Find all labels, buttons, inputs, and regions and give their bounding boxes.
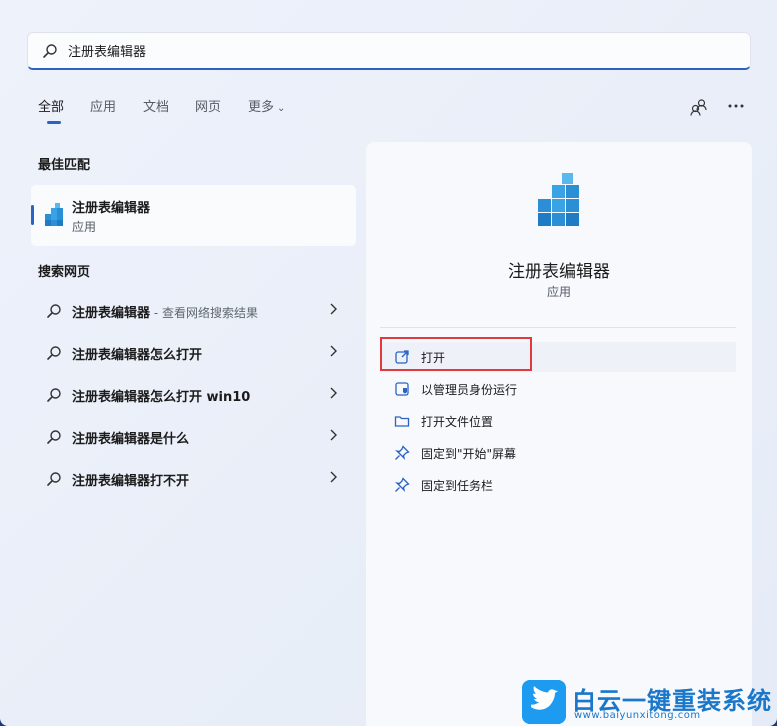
search-icon xyxy=(47,472,61,486)
search-icon xyxy=(47,430,61,444)
account-switch-icon[interactable] xyxy=(689,97,709,117)
watermark-url: www.baiyunxitong.com xyxy=(574,710,701,721)
web-result-label: 注册表编辑器 - 查看网络搜索结果 xyxy=(72,306,258,321)
web-result-item[interactable]: 注册表编辑器是什么 xyxy=(31,416,356,456)
web-results-heading: 搜索网页 xyxy=(38,265,91,280)
bird-logo-icon xyxy=(522,680,566,724)
pin-icon xyxy=(395,445,410,460)
tab-label: 文档 xyxy=(143,100,170,115)
shield-icon xyxy=(395,382,409,396)
web-result-item[interactable]: 注册表编辑器打不开 xyxy=(31,458,356,498)
tab-active-indicator xyxy=(47,121,61,124)
registry-editor-icon xyxy=(45,203,63,226)
web-result-label: 注册表编辑器是什么 xyxy=(72,432,190,447)
registry-editor-icon xyxy=(538,173,579,226)
web-result-suffix: - 查看网络搜索结果 xyxy=(150,306,258,320)
action-pin-to-start[interactable]: 固定到"开始"屏幕 xyxy=(380,438,736,468)
chevron-right-icon xyxy=(330,345,337,357)
chevron-right-icon xyxy=(330,429,337,441)
detail-app-name: 注册表编辑器 xyxy=(508,262,610,282)
tab-all[interactable]: 全部 xyxy=(38,96,65,124)
search-box[interactable] xyxy=(27,32,751,70)
action-label: 固定到任务栏 xyxy=(421,479,494,493)
action-label: 固定到"开始"屏幕 xyxy=(421,447,517,461)
best-match-heading: 最佳匹配 xyxy=(38,158,91,173)
chevron-down-icon: ⌄ xyxy=(277,103,286,114)
search-icon xyxy=(47,304,61,318)
chevron-right-icon xyxy=(330,387,337,399)
detail-app-type: 应用 xyxy=(546,285,571,299)
divider xyxy=(380,327,736,328)
web-result-label: 注册表编辑器怎么打开 win10 xyxy=(72,390,251,405)
search-panel: 全部 应用 文档 网页 更多⌄ 最佳匹配 xyxy=(0,0,777,726)
action-open-file-location[interactable]: 打开文件位置 xyxy=(380,406,736,436)
search-icon xyxy=(47,346,61,360)
tab-web[interactable]: 网页 xyxy=(195,96,221,115)
action-pin-to-taskbar[interactable]: 固定到任务栏 xyxy=(380,470,736,500)
best-match-result[interactable]: 注册表编辑器 应用 xyxy=(31,185,356,246)
tab-documents[interactable]: 文档 xyxy=(143,96,169,115)
chevron-right-icon xyxy=(330,303,337,315)
search-icon xyxy=(43,44,57,58)
watermark: 白云一键重装系统 www.baiyunxitong.com xyxy=(522,680,772,724)
web-result-item[interactable]: 注册表编辑器 - 查看网络搜索结果 xyxy=(31,290,356,330)
result-name: 注册表编辑器 xyxy=(72,201,151,216)
tab-label: 应用 xyxy=(90,100,117,115)
tab-apps[interactable]: 应用 xyxy=(90,96,116,115)
action-label: 以管理员身份运行 xyxy=(421,383,518,397)
pin-icon xyxy=(395,477,410,492)
tab-label: 更多 xyxy=(248,100,275,115)
app-detail-pane: 注册表编辑器 应用 打开 以管理员身份运行 打开文件位置 固定到"开始"屏幕 固… xyxy=(366,142,752,726)
web-result-label: 注册表编辑器怎么打开 xyxy=(72,348,203,363)
highlight-annotation-box xyxy=(380,337,532,371)
web-result-item[interactable]: 注册表编辑器怎么打开 xyxy=(31,332,356,372)
selection-indicator xyxy=(31,205,34,225)
web-result-label: 注册表编辑器打不开 xyxy=(72,474,190,489)
chevron-right-icon xyxy=(330,471,337,483)
tab-more[interactable]: 更多 ⌄ xyxy=(248,96,285,115)
folder-icon xyxy=(394,416,410,427)
web-result-item[interactable]: 注册表编辑器怎么打开 win10 xyxy=(31,374,356,414)
tab-label: 全部 xyxy=(38,100,65,115)
result-type: 应用 xyxy=(72,220,97,234)
action-run-as-admin[interactable]: 以管理员身份运行 xyxy=(380,374,736,404)
tab-label: 网页 xyxy=(195,100,222,115)
action-label: 打开文件位置 xyxy=(421,415,494,429)
more-options-icon[interactable] xyxy=(726,97,746,117)
search-input[interactable] xyxy=(68,33,728,67)
search-icon xyxy=(47,388,61,402)
